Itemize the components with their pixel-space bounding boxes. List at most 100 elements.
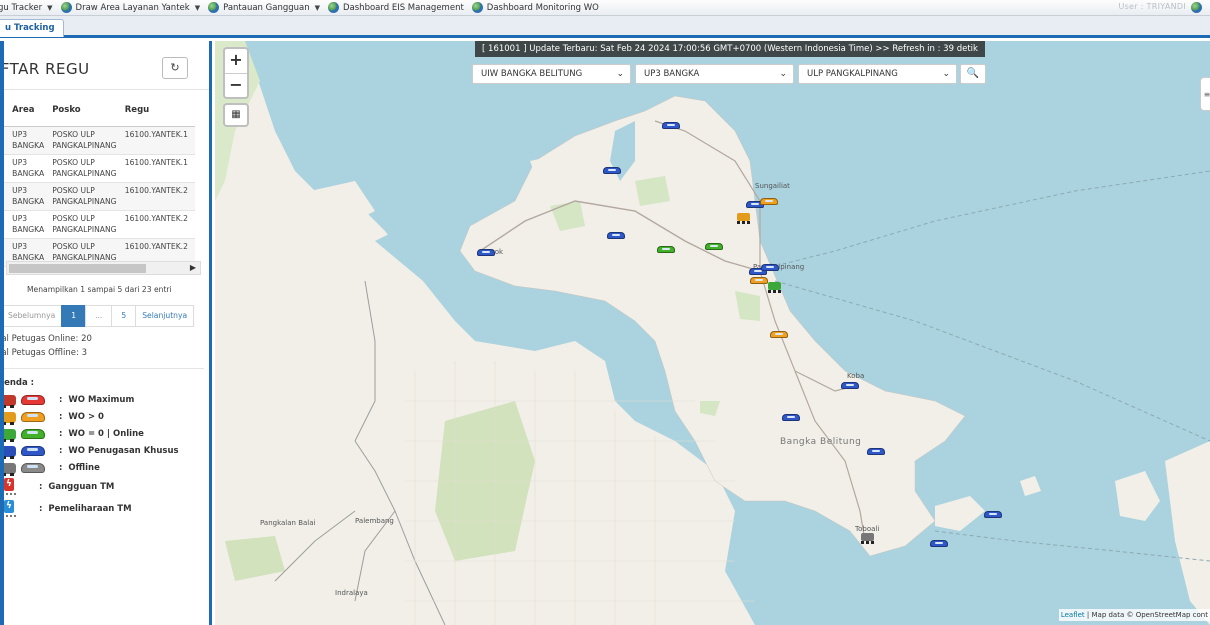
select-value: UP3 BANGKA (644, 69, 700, 79)
legend-row: : Offline (4, 461, 100, 476)
pager-prev[interactable]: Sebelumnya (4, 305, 63, 327)
vehicle-marker[interactable] (750, 277, 768, 284)
menu-pantauan-gangguan[interactable]: Pantauan Gangguan ▼ (208, 2, 320, 13)
top-menu-bar: gu Tracker ▼ Draw Area Layanan Yantek ▼ … (0, 0, 1210, 16)
vehicle-marker[interactable] (477, 249, 495, 256)
legend-row: : WO Maximum (4, 393, 135, 408)
refresh-button[interactable]: ↻ (162, 57, 188, 79)
vehicle-marker[interactable] (930, 540, 948, 547)
globe-icon (471, 2, 483, 13)
table-row[interactable]: UP3 BANGKA POSKO ULP PANGKALPINANG 16100.Y… (4, 182, 195, 211)
menu-dashboard-monitoring-wo[interactable]: Dashboard Monitoring WO (471, 2, 599, 13)
pager-ellipsis: ... (85, 305, 113, 327)
column-header-posko[interactable]: Posko (48, 100, 121, 127)
place-label-koba: Koba (847, 372, 865, 380)
pager-page-1[interactable]: 1 (61, 305, 87, 327)
vehicle-marker[interactable] (607, 232, 625, 239)
map-view[interactable]: Sungailiat Pangkalpinang Koba Bangka Bel… (215, 41, 1210, 625)
vehicle-marker[interactable] (782, 414, 800, 421)
motorcycle-icon (4, 411, 16, 425)
table-horizontal-scrollbar[interactable]: ▶ (6, 261, 201, 275)
attribution-text: | Map data © OpenStreetMap cont (1084, 611, 1208, 619)
pager-page-5[interactable]: 5 (111, 305, 137, 327)
motorcycle-icon (4, 428, 16, 442)
vehicle-marker[interactable] (760, 198, 778, 205)
select-uiw[interactable]: UIW BANGKA BELITUNG ⌄ (472, 64, 631, 84)
scroll-right-icon[interactable]: ▶ (190, 263, 196, 272)
vehicle-marker[interactable] (662, 122, 680, 129)
vehicle-marker[interactable] (603, 167, 621, 174)
legend-title: genda : (0, 378, 35, 388)
table-cell-regu: 16100.YANTEK.1 (120, 126, 195, 155)
vehicle-marker[interactable] (984, 511, 1002, 518)
motorcycle-marker[interactable] (768, 282, 781, 293)
zoom-in-button[interactable]: + (225, 49, 247, 73)
vehicle-marker[interactable] (657, 246, 675, 253)
bolt-icon: ϟ (4, 478, 14, 491)
caret-down-icon: ▼ (314, 3, 320, 12)
vehicle-marker[interactable] (867, 448, 885, 455)
vehicle-marker[interactable] (705, 243, 723, 250)
select-value: UIW BANGKA BELITUNG (481, 69, 583, 79)
globe-icon (60, 2, 72, 13)
search-button[interactable]: 🔍 (960, 64, 986, 84)
legend-label: WO Penugasan Khusus (68, 446, 179, 456)
table-cell-posko: POSKO ULP PANGKALPINANG (48, 154, 121, 183)
search-icon: 🔍 (966, 68, 980, 79)
leaflet-link[interactable]: Leaflet (1061, 611, 1085, 619)
legend-colon: : (59, 463, 63, 473)
legend-colon: : (59, 412, 63, 422)
select-value: ULP PANGKALPINANG (807, 69, 898, 79)
vehicle-marker[interactable] (841, 382, 859, 389)
globe-icon (208, 2, 220, 13)
globe-icon[interactable] (1191, 2, 1202, 13)
column-header-area[interactable]: Area (8, 100, 49, 127)
table-cell-posko: POSKO ULP PANGKALPINANG (48, 182, 121, 211)
table-cell-regu: 16100.YANTEK.2 (120, 210, 195, 239)
vehicle-marker[interactable] (770, 331, 788, 338)
tab-tracking[interactable]: u Tracking (0, 19, 64, 37)
motorcycle-icon (4, 394, 16, 408)
pager-next[interactable]: Selanjutnya (135, 305, 195, 327)
divider (4, 368, 204, 369)
column-header-no[interactable]: o ⇕ (4, 100, 9, 127)
legend-label: WO Maximum (68, 395, 135, 405)
menu-draw-area[interactable]: Draw Area Layanan Yantek ▼ (60, 2, 200, 13)
menu-dashboard-eis[interactable]: Dashboard EIS Management (328, 2, 464, 13)
table-cell-area: UP3 BANGKA (8, 182, 49, 211)
chevron-down-icon: ⌄ (616, 69, 624, 79)
chevron-down-icon: ⌄ (942, 69, 950, 79)
legend-colon: : (59, 395, 63, 405)
table-row[interactable]: UP3 BANGKA POSKO ULP PANGKALPINANG 16100.Y… (4, 210, 195, 239)
car-icon (21, 429, 45, 439)
place-label-bangka-belitung: Bangka Belitung (780, 437, 862, 447)
motorcycle-marker[interactable] (737, 213, 750, 224)
layers-button[interactable]: ≡ (1200, 77, 1210, 111)
scrollbar-thumb[interactable] (9, 264, 146, 273)
refresh-icon: ↻ (170, 61, 180, 74)
motorcycle-marker[interactable] (861, 533, 874, 544)
table-row[interactable]: UP3 BANGKA POSKO ULP PANGKALPINANG 16100.Y… (4, 126, 195, 155)
chevron-down-icon: ⌄ (779, 69, 787, 79)
table-row[interactable]: UP3 BANGKA POSKO ULP PANGKALPINANG 16100.Y… (4, 154, 195, 183)
legend-label: WO = 0 | Online (68, 429, 144, 439)
menu-regu-tracker[interactable]: gu Tracker ▼ (0, 3, 53, 13)
grid-view-button[interactable]: ▦ (223, 103, 249, 127)
globe-icon (328, 2, 339, 13)
bolt-icon: ϟ (4, 500, 14, 513)
offline-count: tal Petugas Offline: 3 (0, 348, 87, 358)
legend-row: : WO > 0 (4, 410, 104, 425)
legend-label: Pemeliharaan TM (48, 504, 132, 514)
table-cell-no (4, 154, 9, 183)
legend-label: WO > 0 (68, 412, 104, 422)
column-header-regu[interactable]: Regu (120, 100, 195, 127)
zoom-out-button[interactable]: − (225, 73, 247, 97)
table-cell-area: UP3 BANGKA (8, 126, 49, 155)
table-cell-posko: POSKO ULP PANGKALPINANG (48, 126, 121, 155)
tab-strip: u Tracking (0, 16, 1210, 38)
select-ulp[interactable]: ULP PANGKALPINANG ⌄ (798, 64, 957, 84)
vehicle-marker[interactable] (761, 264, 779, 271)
panel-title: AFTAR REGU (0, 60, 90, 78)
select-up3[interactable]: UP3 BANGKA ⌄ (635, 64, 794, 84)
table-cell-regu: 16100.YANTEK.1 (120, 154, 195, 183)
